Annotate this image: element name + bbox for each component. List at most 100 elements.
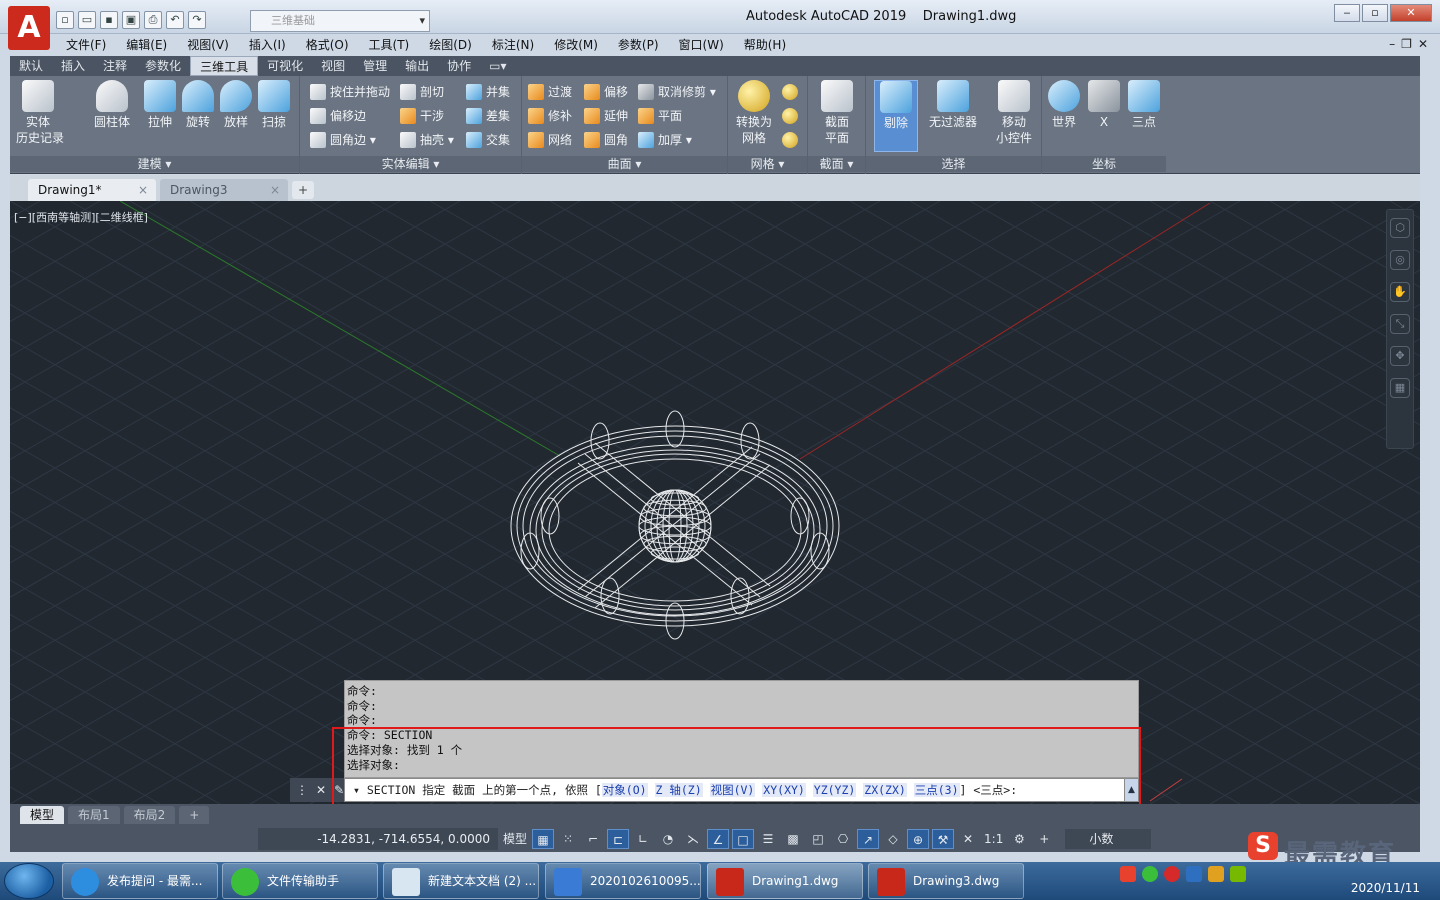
ribbon-tab[interactable]: 输出 [396, 56, 438, 76]
workspace-gear-icon[interactable]: ⚙ [1008, 829, 1030, 849]
orbit-icon[interactable]: ✥ [1390, 346, 1410, 366]
shell-button[interactable]: 抽壳 ▾ [398, 130, 454, 150]
tab-model[interactable]: 模型 [20, 806, 65, 824]
menu-item[interactable]: 参数(P) [608, 35, 669, 55]
open-icon[interactable]: ▭ [78, 11, 96, 29]
polar-icon[interactable]: ◔ [657, 829, 679, 849]
union-button[interactable]: 并集 [464, 82, 510, 102]
sogou-icon[interactable] [1120, 866, 1136, 882]
menu-item[interactable]: 工具(T) [359, 35, 420, 55]
object-snap-tracking-icon[interactable]: ∠ [707, 829, 730, 849]
untrim-button[interactable]: 取消修剪 ▾ [636, 82, 716, 102]
units-dropdown[interactable]: 小数 [1065, 829, 1152, 849]
tab-layout2[interactable]: 布局2 [123, 806, 176, 824]
menu-item[interactable]: 视图(V) [177, 35, 239, 55]
shield-icon[interactable] [1186, 866, 1202, 882]
ribbon-tab[interactable]: 管理 [354, 56, 396, 76]
close-tab-icon[interactable]: × [138, 179, 148, 201]
dynamic-input-icon[interactable]: ↗ [857, 829, 880, 849]
undo-icon[interactable]: ↶ [166, 11, 184, 29]
ribbon-tab[interactable]: 视图 [312, 56, 354, 76]
surface-fillet-button[interactable]: 圆角 [582, 130, 628, 150]
tab-layout1[interactable]: 布局1 [68, 806, 120, 824]
ribbon-tab[interactable]: 注释 [94, 56, 136, 76]
redo-icon[interactable]: ↷ [188, 11, 206, 29]
ortho-icon[interactable]: ∟ [632, 829, 654, 849]
task-drawing1[interactable]: Drawing1.dwg [707, 863, 863, 899]
panel-title-modeling[interactable]: 建模 ▾ [10, 156, 299, 172]
3d-osnap-icon[interactable]: ⎔ [832, 829, 854, 849]
task-browser[interactable]: 发布提问 - 最需... [62, 863, 218, 899]
interfere-button[interactable]: 干涉 [398, 106, 444, 126]
weibo-icon[interactable] [1164, 866, 1180, 882]
task-video[interactable]: 2020102610095... [545, 863, 701, 899]
doc-minimize-icon[interactable]: – [1389, 37, 1395, 51]
model-space-button[interactable]: 模型 [501, 829, 529, 849]
isodraft-icon[interactable]: ⋋ [682, 829, 704, 849]
pan-icon[interactable]: ✋ [1390, 282, 1410, 302]
viewcube-icon[interactable]: ⬡ [1390, 218, 1410, 238]
close-tab-icon[interactable]: × [270, 179, 280, 201]
panel-title-solid-editing[interactable]: 实体编辑 ▾ [300, 156, 521, 172]
menu-item[interactable]: 帮助(H) [734, 35, 796, 55]
menu-item[interactable]: 窗口(W) [669, 35, 734, 55]
add-layout-button[interactable]: + [179, 806, 210, 824]
annotation-visibility-icon[interactable]: ⚒ [932, 829, 955, 849]
menu-item[interactable]: 修改(M) [544, 35, 608, 55]
new-tab-button[interactable]: + [292, 181, 314, 199]
doc-close-icon[interactable]: ✕ [1418, 37, 1428, 51]
object-snap-icon[interactable]: □ [732, 829, 755, 849]
network-icon[interactable] [1208, 866, 1224, 882]
menu-item[interactable]: 插入(I) [239, 35, 296, 55]
ribbon-tab[interactable]: 三维工具 [190, 56, 259, 76]
ucs-x-button[interactable]: X [1086, 80, 1122, 130]
close-button[interactable]: ✕ [1390, 4, 1432, 22]
start-button[interactable] [4, 863, 54, 899]
grid-icon[interactable]: ▦ [532, 829, 555, 849]
blend-button[interactable]: 过渡 [526, 82, 572, 102]
workspace-dropdown[interactable]: 三维基础 [250, 10, 430, 32]
dynamic-ucs-icon[interactable]: ⊏ [607, 829, 630, 849]
subtract-button[interactable]: 差集 [464, 106, 510, 126]
new-icon[interactable]: ▫ [56, 11, 74, 29]
menu-item[interactable]: 编辑(E) [116, 35, 177, 55]
network-button[interactable]: 网络 [526, 130, 572, 150]
menu-item[interactable]: 文件(F) [56, 35, 116, 55]
offset-edge-button[interactable]: 偏移边 [308, 106, 366, 126]
showmotion-icon[interactable]: ▦ [1390, 378, 1410, 398]
steering-wheel-icon[interactable]: ◎ [1390, 250, 1410, 270]
slice-button[interactable]: 剖切 [398, 82, 444, 102]
minimize-button[interactable]: ‒ [1334, 4, 1360, 22]
mesh-smooth-button[interactable] [780, 82, 800, 102]
extend-button[interactable]: 延伸 [582, 106, 628, 126]
doc-tab-drawing1[interactable]: Drawing1* × [28, 179, 156, 201]
intersect-button[interactable]: 交集 [464, 130, 510, 150]
patch-button[interactable]: 修补 [526, 106, 572, 126]
section-plane-button[interactable]: 截面 平面 [815, 80, 859, 146]
culling-button[interactable]: 剔除 [874, 80, 918, 152]
sweep-button[interactable]: 扫掠 [252, 80, 296, 130]
annotation-scale-button[interactable]: 1:1 [982, 829, 1005, 849]
ribbon-collapse-icon[interactable]: ▭▾ [480, 56, 515, 76]
solid-history-button[interactable]: 实体 历史记录 [16, 80, 64, 146]
infer-icon[interactable]: ⌐ [582, 829, 604, 849]
close-command-icon[interactable]: ✕ [316, 783, 326, 797]
cylinder-button[interactable]: 圆柱体 [90, 80, 134, 130]
saveas-icon[interactable]: ▣ [122, 11, 140, 29]
mesh-refine-button[interactable] [780, 106, 800, 126]
grip-icon[interactable]: ⋮ [296, 783, 308, 797]
task-wechat[interactable]: 文件传输助手 [222, 863, 378, 899]
presspull-button[interactable]: 按住并拖动 [308, 82, 390, 102]
doc-restore-icon[interactable]: ❐ [1401, 37, 1412, 51]
nvidia-icon[interactable] [1230, 866, 1246, 882]
annotation-monitor-icon[interactable]: ⊕ [907, 829, 930, 849]
lineweight-icon[interactable]: ☰ [757, 829, 779, 849]
panel-title-surface[interactable]: 曲面 ▾ [522, 156, 727, 172]
surface-offset-button[interactable]: 偏移 [582, 82, 628, 102]
panel-title-mesh[interactable]: 网格 ▾ [728, 156, 807, 172]
menu-item[interactable]: 格式(O) [296, 35, 359, 55]
save-icon[interactable]: ▪ [100, 11, 118, 29]
zoom-icon[interactable]: ⤡ [1390, 314, 1410, 334]
app-menu-button[interactable]: A [8, 6, 50, 50]
auto-scale-icon[interactable]: ✕ [957, 829, 979, 849]
